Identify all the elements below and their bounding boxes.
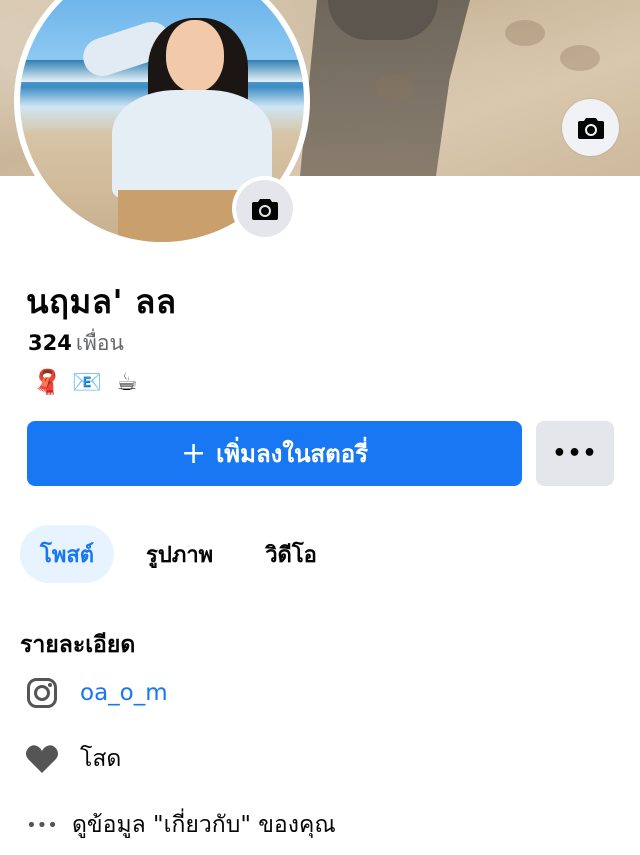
bio-emojis: 🧣 📧 ☕ [32, 367, 142, 397]
see-about-info-row[interactable]: ••• ดูข้อมูล "เกี่ยวกับ" ของคุณ [24, 807, 336, 843]
more-options-button[interactable]: ••• [536, 421, 614, 486]
plus-icon: + [180, 436, 207, 471]
profile-tabs: โพสต์ รูปภาพ วิดีโอ [20, 525, 317, 583]
camera-icon [577, 117, 604, 139]
tab-photos[interactable]: รูปภาพ [146, 525, 213, 583]
instagram-username[interactable]: oa_o_m [80, 680, 168, 706]
profile-name: นฤมล' ลล [26, 282, 177, 321]
friends-count-label: เพื่อน [75, 331, 124, 355]
tab-posts[interactable]: โพสต์ [20, 525, 115, 583]
details-heading: รายละเอียด [20, 632, 136, 658]
edit-cover-photo-button[interactable] [562, 99, 619, 156]
friends-count[interactable]: 324 เพื่อน [28, 327, 124, 360]
camera-icon [251, 198, 278, 220]
instagram-icon [24, 675, 60, 711]
coffee-emoji: ☕ [116, 368, 138, 396]
instagram-link-row[interactable]: oa_o_m [24, 675, 168, 711]
heart-icon [24, 741, 60, 777]
add-to-story-button[interactable]: + เพิ่มลงในสตอรี่ [27, 421, 522, 486]
avatar-face [166, 20, 224, 92]
friends-count-number: 324 [28, 331, 72, 355]
edit-profile-photo-button[interactable] [236, 180, 293, 237]
avatar-body [112, 90, 272, 200]
email-emoji: 📧 [72, 368, 102, 396]
see-about-info-link[interactable]: ดูข้อมูล "เกี่ยวกับ" ของคุณ [72, 807, 336, 843]
scarf-emoji: 🧣 [32, 368, 62, 396]
tab-videos[interactable]: วิดีโอ [265, 525, 317, 583]
footprint [560, 45, 600, 71]
avatar-pants [118, 190, 238, 242]
footprint [505, 20, 545, 46]
relationship-row: โสด [24, 741, 121, 777]
footprint [375, 75, 415, 101]
add-to-story-label: เพิ่มลงในสตอรี่ [216, 440, 369, 468]
relationship-status: โสด [80, 746, 122, 772]
more-horizontal-icon: ••• [552, 441, 598, 466]
more-horizontal-icon: ••• [26, 814, 58, 836]
